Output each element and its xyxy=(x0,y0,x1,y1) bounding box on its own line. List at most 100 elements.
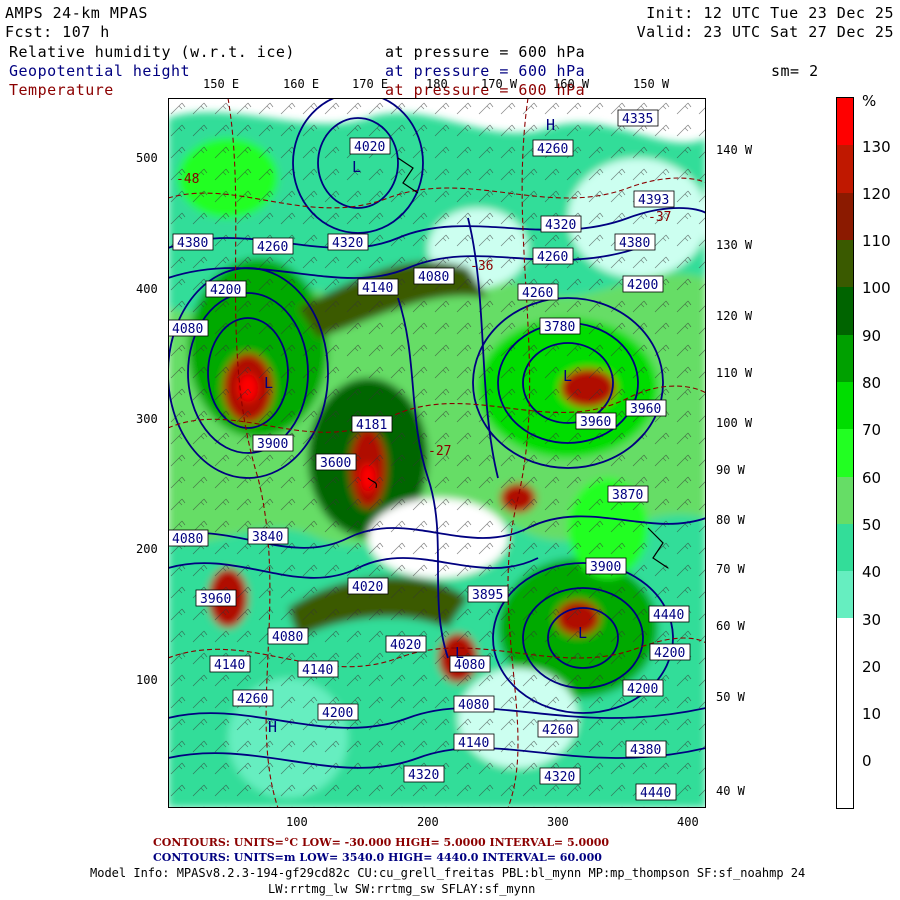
height-label: 4260 xyxy=(542,723,573,738)
low-marker: L xyxy=(264,374,273,392)
map-panel: 4335 4260 4393 4320 4380 4200 4380 4260 … xyxy=(168,98,706,808)
colorbar-segment xyxy=(837,240,853,287)
model-info: Model Info: MPASv8.2.3-194-gf29cd82c CU:… xyxy=(90,866,806,880)
colorbar-label: 60 xyxy=(862,469,882,487)
colorbar-label: 100 xyxy=(862,279,891,297)
height-label: 4140 xyxy=(302,663,333,678)
high-marker: H xyxy=(268,718,277,736)
height-label: 4320 xyxy=(545,218,576,233)
height-label: 4380 xyxy=(619,236,650,251)
lon-label-top: 160 W xyxy=(553,77,590,91)
valid-time: Valid: 23 UTC Sat 27 Dec 25 xyxy=(636,23,894,41)
temp-label: -37 xyxy=(648,210,671,225)
height-label: 4260 xyxy=(537,250,568,265)
colorbar-unit: % xyxy=(862,92,877,110)
y-axis-label: 500 xyxy=(136,151,158,165)
smoothing-label: sm= 2 xyxy=(771,62,819,80)
colorbar-label: 130 xyxy=(862,138,891,156)
height-label: 3900 xyxy=(590,560,621,575)
lon-label-right: 140 W xyxy=(716,143,753,157)
colorbar-segment xyxy=(837,524,853,571)
colorbar-label: 0 xyxy=(862,752,872,770)
lon-label-right: 110 W xyxy=(716,366,753,380)
lon-label-right: 40 W xyxy=(716,784,745,798)
height-label: 4140 xyxy=(214,658,245,673)
forecast-hour: Fcst: 107 h xyxy=(5,23,110,41)
colorbar-label: 80 xyxy=(862,374,882,392)
x-axis-label: 100 xyxy=(286,815,308,829)
colorbar-segment xyxy=(837,287,853,335)
height-label: 4200 xyxy=(210,283,241,298)
lon-label-right: 90 W xyxy=(716,463,745,477)
height-label: 3960 xyxy=(200,592,231,607)
colorbar-label: 90 xyxy=(862,327,882,345)
height-label: 4080 xyxy=(172,532,203,547)
temp-label: -48 xyxy=(176,172,199,187)
lon-label-right: 120 W xyxy=(716,309,753,323)
colorbar-label: 70 xyxy=(862,421,882,439)
height-label: 4080 xyxy=(272,630,303,645)
height-label: 4140 xyxy=(458,736,489,751)
lon-label-right: 60 W xyxy=(716,619,745,633)
height-label: 4020 xyxy=(390,638,421,653)
height-label: 4320 xyxy=(544,770,575,785)
low-marker: L xyxy=(455,644,464,662)
y-axis-label: 200 xyxy=(136,542,158,556)
lon-label-top: 150 E xyxy=(203,77,240,91)
x-axis-label: 300 xyxy=(547,815,569,829)
colorbar-segment xyxy=(837,382,853,429)
init-time: Init: 12 UTC Tue 23 Dec 25 xyxy=(646,4,894,22)
height-label: 4380 xyxy=(630,743,661,758)
height-label: 3900 xyxy=(257,437,288,452)
colorbar-label: 110 xyxy=(862,232,891,250)
colorbar-segment xyxy=(837,429,853,477)
height-label: 4200 xyxy=(322,706,353,721)
temp-label: -36 xyxy=(470,259,493,274)
lon-label-right: 130 W xyxy=(716,238,753,252)
field3-name: Temperature xyxy=(9,81,114,99)
colorbar-label: 50 xyxy=(862,516,882,534)
height-contour-info: CONTOURS: UNITS=m LOW= 3540.0 HIGH= 4440… xyxy=(153,851,602,864)
height-label: 4320 xyxy=(408,768,439,783)
lon-label-top: 160 E xyxy=(283,77,320,91)
height-label: 4200 xyxy=(627,278,658,293)
height-label: 4335 xyxy=(622,112,653,127)
height-label: 4320 xyxy=(332,236,363,251)
height-label: 3960 xyxy=(630,402,661,417)
height-label: 3780 xyxy=(544,320,575,335)
lon-label-right: 70 W xyxy=(716,562,745,576)
colorbar-segment xyxy=(837,193,853,240)
x-axis-label: 200 xyxy=(417,815,439,829)
colorbar-segment xyxy=(837,98,853,145)
lon-label-top: 150 W xyxy=(633,77,670,91)
colorbar-label: 120 xyxy=(862,185,891,203)
height-label: 4020 xyxy=(352,580,383,595)
height-label: 4080 xyxy=(418,270,449,285)
height-label: 4260 xyxy=(522,286,553,301)
low-marker: L xyxy=(578,624,587,642)
height-label: 3895 xyxy=(472,588,503,603)
colorbar-label: 30 xyxy=(862,611,882,629)
field1-name: Relative humidity (w.r.t. ice) xyxy=(9,43,295,61)
rh-height-temp-map: 4335 4260 4393 4320 4380 4200 4380 4260 … xyxy=(168,98,706,808)
field1-level: at pressure = 600 hPa xyxy=(385,43,586,61)
height-label: 4260 xyxy=(537,142,568,157)
temp-label: -27 xyxy=(428,444,451,459)
height-label: 4200 xyxy=(654,646,685,661)
lon-label-right: 50 W xyxy=(716,690,745,704)
lon-label-top: 170 E xyxy=(352,77,389,91)
y-axis-label: 300 xyxy=(136,412,158,426)
low-marker: L xyxy=(352,158,361,176)
height-label: 4080 xyxy=(172,322,203,337)
height-label: 4020 xyxy=(354,140,385,155)
lon-label-right: 100 W xyxy=(716,416,753,430)
temperature-contour-info: CONTOURS: UNITS=°C LOW= -30.000 HIGH= 5.… xyxy=(153,836,610,849)
height-label: 4393 xyxy=(638,193,669,208)
colorbar-segment xyxy=(837,618,853,808)
height-label: 4260 xyxy=(237,692,268,707)
height-label: 4200 xyxy=(627,682,658,697)
lon-label-top: 170 W xyxy=(481,77,518,91)
colorbar-label: 10 xyxy=(862,705,882,723)
height-label: 4440 xyxy=(640,786,671,801)
colorbar-segment xyxy=(837,335,853,382)
